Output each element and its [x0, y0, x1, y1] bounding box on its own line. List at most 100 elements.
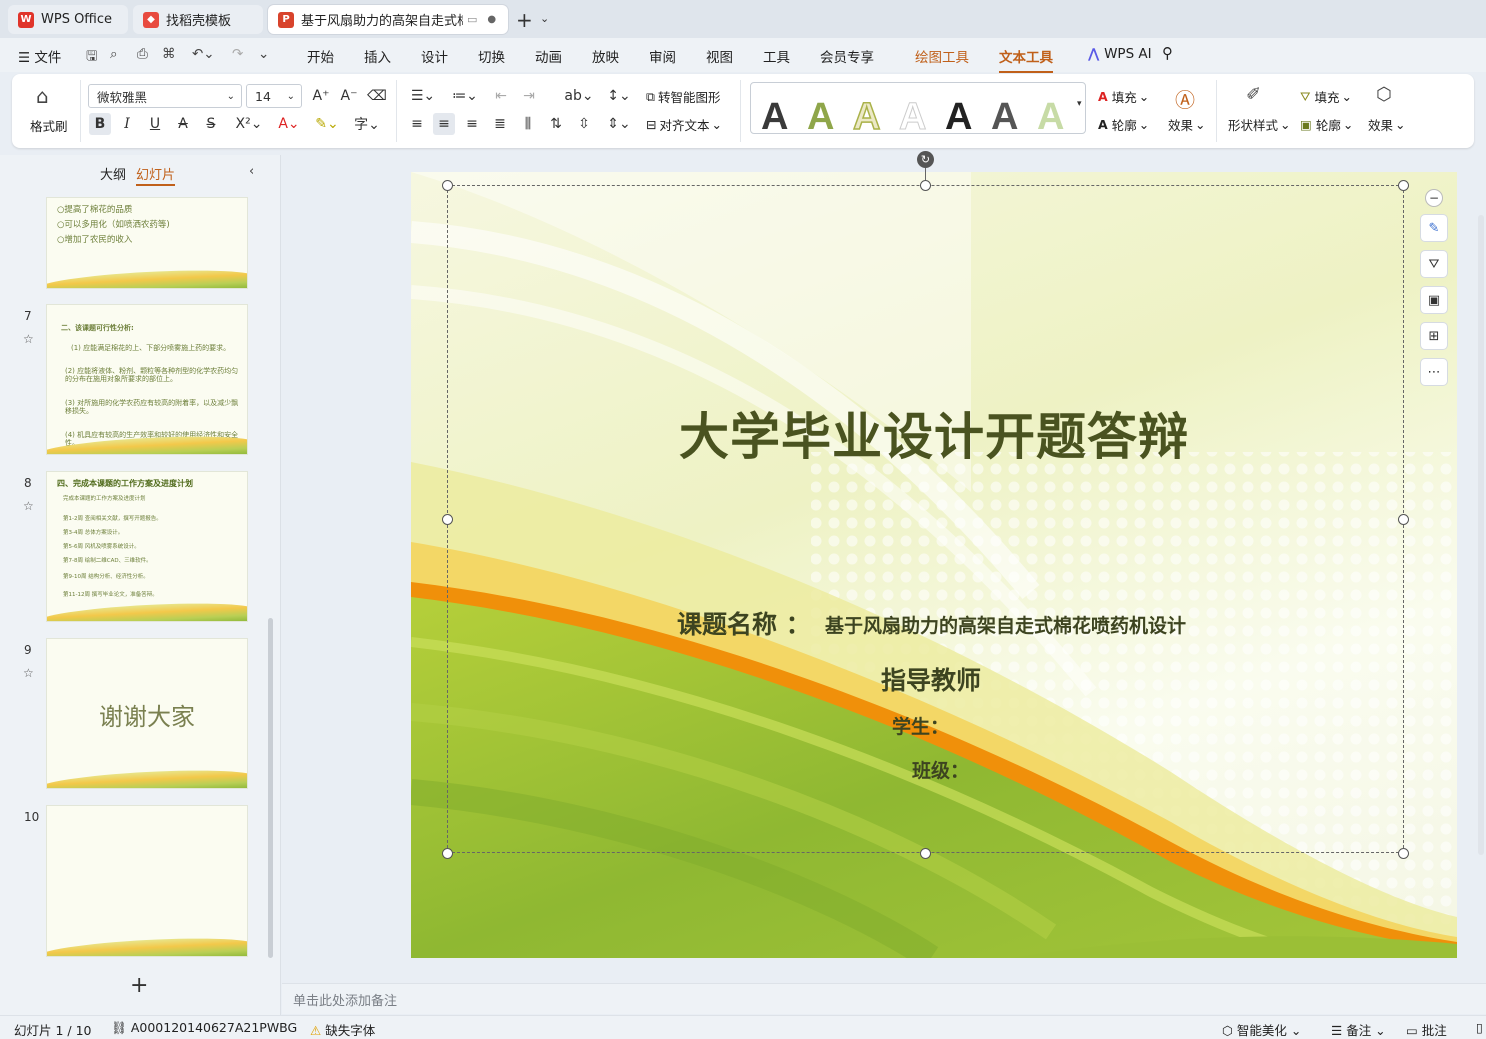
tab-list-chevron-icon[interactable]: ⌄ — [540, 12, 549, 25]
print-preview-icon[interactable]: ⌘ — [162, 46, 176, 62]
tab-template[interactable]: ◆ 找稻壳模板 — [133, 5, 263, 34]
resize-handle[interactable] — [1398, 848, 1409, 859]
shape-effect-button[interactable]: 效果 ⌄ — [1368, 115, 1406, 134]
menu-tools[interactable]: 工具 — [763, 46, 790, 66]
slide-thumbnail-9[interactable]: 谢谢大家 — [46, 638, 248, 789]
outdent-icon[interactable]: ⇤ — [490, 85, 512, 107]
doc-id[interactable]: ⛓ A000120140627A21PWBG — [111, 1020, 297, 1036]
resize-handle[interactable] — [442, 514, 453, 525]
menu-file[interactable]: ☰ 文件 — [18, 46, 61, 66]
menu-transition[interactable]: 切换 — [478, 46, 505, 66]
menu-slideshow[interactable]: 放映 — [592, 46, 619, 66]
normal-view-icon[interactable]: ▯ — [1476, 1020, 1483, 1035]
fill-icon[interactable]: ⛛ — [1420, 250, 1448, 278]
format-painter-label[interactable]: 格式刷 — [30, 116, 68, 135]
notes-button[interactable]: ☰ 备注 ⌄ — [1331, 1020, 1386, 1039]
wps-ai-button[interactable]: ⋀ WPS AI — [1088, 46, 1152, 62]
numbering-icon[interactable]: ≔⌄ — [450, 85, 480, 107]
menu-drawing-tools[interactable]: 绘图工具 — [915, 46, 969, 66]
menu-start[interactable]: 开始 — [307, 46, 334, 66]
menu-text-tools[interactable]: 文本工具 — [999, 46, 1053, 73]
undo-icon[interactable]: ↶⌄ — [192, 46, 215, 62]
line-height-icon[interactable]: ⇕⌄ — [604, 113, 634, 135]
indent-icon[interactable]: ⇥ — [518, 85, 540, 107]
wordart-style-5[interactable]: A — [945, 91, 972, 143]
resize-handle[interactable] — [1398, 180, 1409, 191]
align-left-icon[interactable]: ≡ — [406, 113, 428, 135]
decrease-font-icon[interactable]: A⁻ — [338, 85, 360, 107]
text-box-icon[interactable]: ⊞ — [1420, 322, 1448, 350]
smart-beautify-button[interactable]: ⬡ 智能美化 ⌄ — [1222, 1020, 1301, 1039]
text-effect-button[interactable]: 效果 ⌄ — [1168, 115, 1206, 134]
wordart-style-1[interactable]: A — [761, 91, 788, 143]
strikethrough-icon[interactable]: A — [172, 113, 194, 135]
text-outline-button[interactable]: A 轮廓 ⌄ — [1098, 115, 1149, 134]
slide-title[interactable]: 大学毕业设计开题答辩 — [411, 397, 1457, 469]
slide-canvas[interactable]: 大学毕业设计开题答辩 课题名称 ： 基于风扇助力的高架自走式棉花喷药机设计 指导… — [411, 172, 1457, 958]
main-scrollbar[interactable] — [1478, 215, 1484, 855]
notes-placeholder[interactable]: 单击此处添加备注 — [293, 990, 397, 1009]
wordart-style-2[interactable]: A — [807, 91, 834, 143]
text-direction-icon[interactable]: ab⌄ — [564, 85, 594, 107]
comments-button[interactable]: ▭ 批注 — [1406, 1020, 1447, 1039]
new-tab-icon[interactable]: + — [516, 8, 533, 32]
panel-tab-outline[interactable]: 大纲 — [100, 164, 126, 183]
resize-handle[interactable] — [442, 180, 453, 191]
quick-access-chevron-icon[interactable]: ⌄ — [258, 46, 269, 62]
wordart-style-6[interactable]: A — [991, 91, 1018, 143]
slide-thumbnail-10[interactable] — [46, 805, 248, 957]
class-label[interactable]: 班级： — [912, 756, 969, 783]
superscript-icon[interactable]: X²⌄ — [234, 113, 264, 135]
rotate-handle-icon[interactable]: ↻ — [917, 151, 934, 168]
column-spacing-icon[interactable]: ⇳ — [573, 113, 595, 135]
resize-handle[interactable] — [1398, 514, 1409, 525]
slide-thumbnail-6[interactable]: ○提高了棉花的品质 ○可以多用化（如喷洒农药等) ○增加了农民的收入 — [46, 197, 248, 289]
search-icon[interactable]: ⚲ — [1162, 44, 1173, 62]
format-painter-icon[interactable]: ⌂ — [36, 84, 49, 108]
bullets-icon[interactable]: ☰⌄ — [408, 85, 438, 107]
distribute-icon[interactable]: ⫼ — [517, 113, 539, 135]
align-text-button[interactable]: ⊟ 对齐文本 ⌄ — [646, 115, 722, 134]
paragraph-spacing-icon[interactable]: ⇅ — [545, 113, 567, 135]
clear-format-icon[interactable]: ⌫ — [366, 85, 388, 107]
menu-design[interactable]: 设计 — [421, 46, 448, 66]
save-icon[interactable]: 🖫 — [86, 46, 98, 69]
menu-insert[interactable]: 插入 — [364, 46, 391, 66]
align-right-icon[interactable]: ≡ — [461, 113, 483, 135]
menu-review[interactable]: 审阅 — [649, 46, 676, 66]
notes-area[interactable]: 单击此处添加备注 — [282, 984, 1486, 1014]
resize-handle[interactable] — [442, 848, 453, 859]
font-color-icon[interactable]: A⌄ — [274, 113, 304, 135]
text-effect-icon[interactable]: Ⓐ — [1175, 84, 1195, 113]
panel-scrollbar[interactable] — [268, 618, 273, 958]
tab-wps-office[interactable]: W WPS Office — [8, 5, 128, 34]
resize-handle[interactable] — [920, 180, 931, 191]
resize-handle[interactable] — [920, 848, 931, 859]
add-slide-button[interactable]: + — [130, 973, 148, 998]
wordart-style-3[interactable]: A — [852, 91, 881, 143]
menu-view[interactable]: 视图 — [706, 46, 733, 66]
advisor-label[interactable]: 指导教师 — [881, 661, 981, 697]
increase-font-icon[interactable]: A⁺ — [310, 85, 332, 107]
smart-graphic-button[interactable]: ⧉ 转智能图形 — [646, 87, 720, 106]
edit-style-icon[interactable]: ✎ — [1420, 214, 1448, 242]
collapse-toolbar-icon[interactable]: − — [1425, 189, 1443, 207]
shape-fill-button[interactable]: ⛛ 填充 ⌄ — [1300, 87, 1352, 106]
slide-thumbnail-7[interactable]: 二、该课题可行性分析: (1) 应能满足棉花的上、下部分喷雾施上药的要求。 (2… — [46, 304, 248, 455]
redo-icon[interactable]: ↷ — [232, 46, 243, 62]
menu-animation[interactable]: 动画 — [535, 46, 562, 66]
share-icon[interactable]: ⌕ — [110, 46, 118, 62]
menu-member[interactable]: 会员专享 — [820, 46, 874, 66]
font-size-select[interactable]: 14 ⌄ — [246, 84, 302, 108]
phonetic-icon[interactable]: 字⌄ — [352, 113, 382, 135]
font-name-select[interactable]: 微软雅黑 ⌄ — [88, 84, 242, 108]
bold-icon[interactable]: B — [89, 113, 111, 135]
tab-document[interactable]: P 基于风扇助力的高架自走式棉 ▭ ● — [268, 5, 508, 34]
star-icon[interactable]: ☆ — [23, 666, 34, 680]
italic-icon[interactable]: I — [116, 113, 138, 135]
wordart-style-7[interactable]: A — [1037, 91, 1064, 143]
align-center-icon[interactable]: ≡ — [433, 113, 455, 135]
star-icon[interactable]: ☆ — [23, 499, 34, 513]
panel-tab-slides[interactable]: 幻灯片 — [136, 164, 176, 186]
shape-style-icon[interactable]: ✐ — [1246, 84, 1261, 105]
